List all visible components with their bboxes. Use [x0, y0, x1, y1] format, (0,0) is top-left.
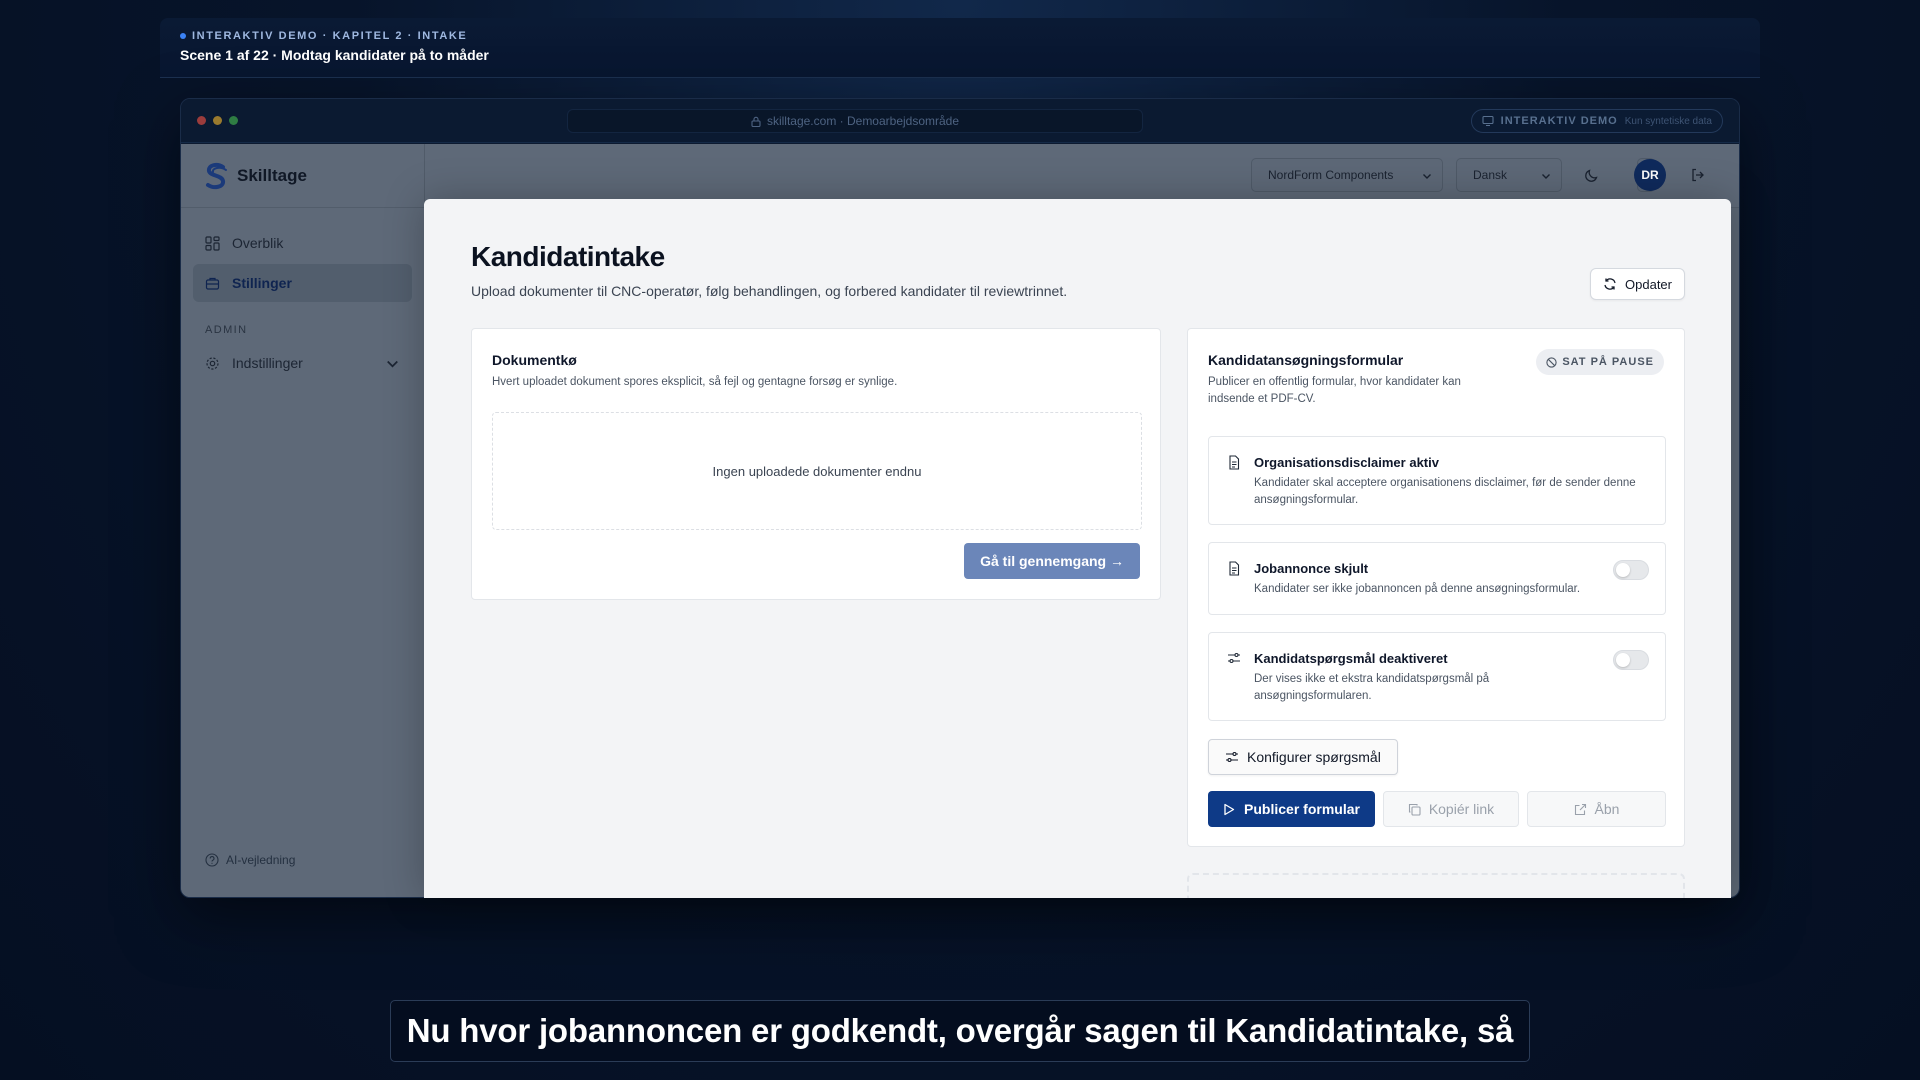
candidate-questions-toggle[interactable]	[1613, 650, 1649, 670]
setting-disclaimer: Organisationsdisclaimer aktiv Kandidater…	[1208, 436, 1666, 525]
demo-header: INTERAKTIV DEMO · KAPITEL 2 · INTAKE Sce…	[160, 18, 1760, 78]
sliders-icon	[1226, 751, 1238, 763]
monitor-icon	[1482, 115, 1494, 127]
sidebar-item-jobs[interactable]: Stillinger	[193, 264, 412, 302]
document-dropzone[interactable]: Ingen uploadede dokumenter endnu	[492, 412, 1142, 530]
demo-kicker: INTERAKTIV DEMO · KAPITEL 2 · INTAKE	[180, 30, 1740, 42]
minimize-window-button[interactable]	[213, 116, 222, 125]
setting-desc: Kandidater ser ikke jobannoncen på denne…	[1254, 583, 1581, 595]
document-icon	[1229, 455, 1240, 470]
go-to-review-button[interactable]: Gå til gennemgang →	[964, 543, 1140, 579]
chevron-down-icon	[387, 360, 398, 367]
status-badge: SAT PÅ PAUSE	[1536, 349, 1664, 375]
copy-icon	[1408, 803, 1421, 816]
document-queue-desc: Hvert uploadet dokument spores eksplicit…	[492, 376, 898, 388]
demo-badge: INTERAKTIV DEMO Kun syntetiske data	[1470, 109, 1723, 133]
browser-toolbar: skilltage.com · Demoarbejdsområde INTERA…	[181, 99, 1739, 143]
copy-link-button[interactable]: Kopiér link	[1383, 791, 1519, 827]
sidebar-item-label: Stillinger	[232, 275, 292, 291]
language-select-value: Dansk	[1473, 168, 1508, 182]
setting-desc: Kandidater skal acceptere organisationen…	[1254, 477, 1636, 506]
open-form-label: Åbn	[1594, 801, 1620, 817]
grid-icon	[205, 235, 220, 251]
logout-icon[interactable]	[1690, 167, 1706, 183]
window-controls	[197, 116, 238, 125]
skilltage-logo-icon	[206, 162, 227, 189]
ai-help-label: AI-vejledning	[226, 853, 296, 867]
chevron-down-icon	[1542, 174, 1550, 179]
sidebar-item-label: Indstillinger	[232, 355, 303, 371]
live-dot-icon	[180, 33, 186, 39]
configure-questions-button[interactable]: Konfigurer spørgsmål	[1208, 739, 1398, 775]
candidate-intake-modal: Kandidatintake Upload dokumenter til CNC…	[424, 199, 1731, 898]
address-bar[interactable]: skilltage.com · Demoarbejdsområde	[567, 109, 1143, 133]
play-icon	[1224, 803, 1235, 815]
application-form-title: Kandidatansøgningsformular	[1208, 352, 1404, 368]
lock-icon	[751, 116, 761, 127]
setting-desc: Der vises ikke et ekstra kandidatspørgsm…	[1254, 673, 1490, 702]
publish-form-button[interactable]: Publicer formular	[1208, 791, 1375, 827]
page-subtitle: Upload dokumenter til CNC-operatør, følg…	[471, 283, 1068, 299]
pause-circle-icon	[1546, 356, 1557, 368]
close-window-button[interactable]	[197, 116, 206, 125]
gear-icon	[206, 356, 219, 370]
document-icon	[1229, 561, 1240, 576]
refresh-button[interactable]: Opdater	[1590, 268, 1685, 300]
company-select-value: NordForm Components	[1268, 168, 1394, 182]
publish-form-label: Publicer formular	[1244, 801, 1360, 817]
sidebar-nav: Overblik Stillinger ADMIN Indstillinger	[181, 208, 424, 400]
empty-state-text: Ingen uploadede dokumenter endnu	[712, 463, 922, 479]
address-text: skilltage.com · Demoarbejdsområde	[766, 114, 960, 128]
job-ad-toggle[interactable]	[1613, 560, 1649, 580]
company-select[interactable]: NordForm Components	[1251, 158, 1443, 192]
sidebar: Skilltage Overblik Stillinger ADMIN Inds…	[181, 144, 425, 897]
moon-icon[interactable]	[1584, 167, 1600, 183]
configure-questions-label: Konfigurer spørgsmål	[1247, 749, 1381, 765]
demo-badge-sub: Kun syntetiske data	[1624, 115, 1712, 127]
application-form-desc: Publicer en offentlig formular, hvor kan…	[1208, 376, 1461, 405]
setting-title: Organisationsdisclaimer aktiv	[1254, 455, 1439, 470]
refresh-label: Opdater	[1625, 276, 1672, 292]
setting-job-ad-hidden: Jobannonce skjult Kandidater ser ikke jo…	[1208, 542, 1666, 615]
brand-name: Skilltage	[237, 165, 307, 185]
avatar[interactable]: DR	[1634, 159, 1666, 191]
language-select[interactable]: Dansk	[1456, 158, 1562, 192]
document-queue-card: Dokumentkø Hvert uploadet dokument spore…	[471, 328, 1161, 600]
maximize-window-button[interactable]	[229, 116, 238, 125]
external-link-icon	[1574, 803, 1586, 815]
chevron-down-icon	[1423, 174, 1431, 179]
help-circle-icon	[205, 853, 219, 867]
copy-link-label: Kopiér link	[1428, 801, 1495, 817]
sidebar-item-overview[interactable]: Overblik	[193, 224, 412, 262]
refresh-icon	[1604, 278, 1616, 290]
next-card-placeholder	[1187, 873, 1685, 898]
sidebar-section-admin: ADMIN	[205, 324, 248, 336]
application-form-card: Kandidatansøgningsformular Publicer en o…	[1187, 328, 1685, 847]
narration-caption: Nu hvor jobannoncen er godkendt, overgår…	[390, 1000, 1530, 1062]
setting-title: Jobannonce skjult	[1254, 561, 1369, 576]
scene-title: Scene 1 af 22 · Modtag kandidater på to …	[180, 47, 489, 63]
document-queue-title: Dokumentkø	[492, 352, 577, 368]
sliders-icon	[1228, 652, 1240, 664]
setting-candidate-questions: Kandidatspørgsmål deaktiveret Der vises …	[1208, 632, 1666, 721]
setting-title: Kandidatspørgsmål deaktiveret	[1254, 651, 1448, 666]
ai-help-link[interactable]: AI-vejledning	[205, 853, 295, 867]
status-badge-label: SAT PÅ PAUSE	[1562, 356, 1654, 368]
demo-badge-label: INTERAKTIV DEMO	[1500, 115, 1618, 127]
briefcase-icon	[205, 277, 220, 290]
demo-kicker-text: INTERAKTIV DEMO · KAPITEL 2 · INTAKE	[192, 30, 468, 42]
page-title: Kandidatintake	[471, 241, 665, 272]
sidebar-item-settings[interactable]: Indstillinger	[193, 344, 412, 382]
brand[interactable]: Skilltage	[181, 144, 424, 208]
open-form-button[interactable]: Åbn	[1527, 791, 1666, 827]
sidebar-item-label: Overblik	[232, 235, 284, 251]
